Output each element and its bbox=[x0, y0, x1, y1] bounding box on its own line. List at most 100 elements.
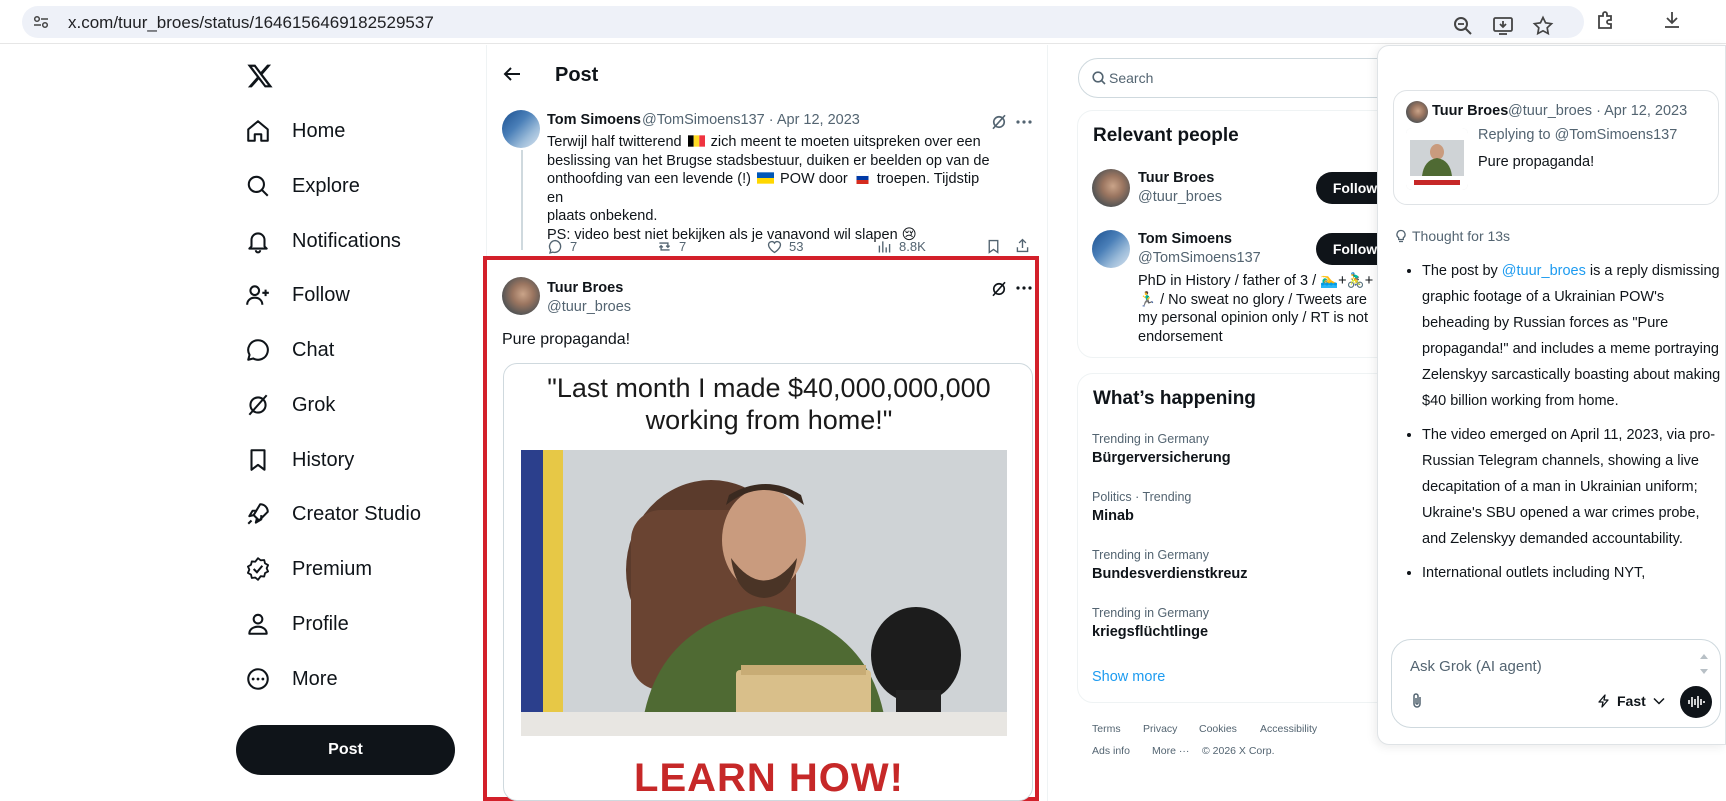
answer-bullet: The post by @tuur_broes is a reply dismi… bbox=[1422, 258, 1722, 414]
reply-count: 7 bbox=[570, 239, 578, 254]
footer-ads-info[interactable]: Ads info bbox=[1092, 745, 1130, 757]
nav-profile[interactable]: Profile bbox=[245, 602, 349, 646]
avatar[interactable] bbox=[502, 110, 540, 148]
back-arrow-icon[interactable] bbox=[502, 64, 522, 84]
thought-toggle[interactable]: Thought for 13s bbox=[1394, 228, 1510, 244]
person-handle[interactable]: @tuur_broes bbox=[1138, 189, 1222, 205]
lightbulb-icon bbox=[1396, 229, 1406, 243]
avatar[interactable] bbox=[1092, 230, 1130, 268]
more-options-icon[interactable] bbox=[1014, 112, 1034, 132]
zoom-icon[interactable] bbox=[1452, 15, 1474, 37]
add-person-icon bbox=[246, 285, 269, 305]
parent-tweet-date[interactable]: Apr 12, 2023 bbox=[777, 112, 860, 128]
more-options-icon[interactable] bbox=[1014, 278, 1034, 298]
nav-premium-label: Premium bbox=[292, 557, 373, 580]
chat-bubble-icon bbox=[247, 339, 269, 361]
site-settings-icon[interactable] bbox=[32, 13, 50, 31]
home-icon bbox=[247, 120, 269, 142]
parent-author-name[interactable]: Tom Simoens bbox=[547, 112, 641, 128]
quote-author-handle: @tuur_broes bbox=[1508, 103, 1593, 119]
trend-name[interactable]: kriegsflüchtlinge bbox=[1092, 624, 1208, 640]
address-bar[interactable]: x.com/tuur_broes/status/1646156469182529… bbox=[22, 6, 1584, 38]
browser-toolbar: x.com/tuur_broes/status/1646156469182529… bbox=[0, 0, 1726, 44]
avatar[interactable] bbox=[1092, 169, 1130, 207]
footer-accessibility[interactable]: Accessibility bbox=[1260, 723, 1317, 735]
trend-name[interactable]: Minab bbox=[1092, 508, 1134, 524]
voice-mode-button[interactable] bbox=[1680, 686, 1712, 718]
grok-icon bbox=[248, 394, 268, 416]
nav-explore[interactable]: Explore bbox=[245, 164, 360, 208]
grok-explain-icon[interactable] bbox=[990, 113, 1008, 131]
tweet-text-line: zich meent te moeten uitspreken over een bbox=[710, 134, 981, 150]
bio-line: endorsement bbox=[1138, 328, 1223, 345]
scroll-arrows-icon[interactable] bbox=[1698, 650, 1710, 678]
person-name[interactable]: Tom Simoens bbox=[1138, 231, 1232, 247]
tweet-text-line: PS: video best niet bekijken als je vana… bbox=[547, 226, 917, 243]
nav-creator-studio[interactable]: Creator Studio bbox=[245, 492, 421, 536]
nav-explore-label: Explore bbox=[292, 174, 360, 197]
search-input[interactable]: Search bbox=[1078, 58, 1398, 98]
footer-more[interactable]: More ··· bbox=[1152, 745, 1189, 757]
views-button[interactable]: 8.8K bbox=[876, 238, 926, 255]
heart-icon bbox=[767, 240, 782, 254]
page-title: Post bbox=[555, 64, 599, 86]
ask-grok-input[interactable]: Ask Grok (AI agent) Fast bbox=[1391, 639, 1721, 728]
mode-selector[interactable]: Fast bbox=[1597, 693, 1665, 709]
meme-image[interactable]: "Last month I made $40,000,000,000 worki… bbox=[503, 363, 1033, 801]
downloads-icon[interactable] bbox=[1661, 9, 1683, 31]
nav-chat[interactable]: Chat bbox=[245, 328, 334, 372]
search-placeholder: Search bbox=[1109, 70, 1154, 86]
person-name[interactable]: Tuur Broes bbox=[1138, 170, 1214, 186]
install-app-icon[interactable] bbox=[1492, 15, 1514, 37]
reply-author-handle[interactable]: @tuur_broes bbox=[547, 299, 631, 315]
nav-follow[interactable]: Follow bbox=[245, 273, 350, 317]
grok-explain-icon[interactable] bbox=[990, 280, 1008, 298]
show-more-link[interactable]: Show more bbox=[1092, 669, 1165, 685]
tweet-text-line: plaats onbekend. bbox=[547, 208, 658, 224]
meme-quote-text: "Last month I made $40,000,000,000 worki… bbox=[547, 373, 991, 435]
tweet-text-line: beslissing van het Brugse stadsbestuur, … bbox=[547, 152, 990, 169]
like-button[interactable]: 53 bbox=[766, 238, 803, 255]
grok-answer: The post by @tuur_broes is a reply dismi… bbox=[1404, 258, 1722, 594]
quote-date: Apr 12, 2023 bbox=[1604, 103, 1688, 119]
footer-terms[interactable]: Terms bbox=[1092, 723, 1121, 735]
relevant-people-title: Relevant people bbox=[1093, 125, 1239, 146]
bio-line: my personal opinion only / RT is not bbox=[1138, 310, 1368, 326]
mode-label: Fast bbox=[1617, 693, 1646, 709]
quote-author-meta: @tuur_broes · Apr 12, 2023 bbox=[1508, 103, 1688, 119]
repost-button[interactable]: 7 bbox=[656, 238, 686, 255]
avatar bbox=[1406, 101, 1428, 123]
handle-link[interactable]: @tuur_broes bbox=[1502, 263, 1586, 279]
answer-bullet: International outlets including NYT, bbox=[1422, 560, 1722, 586]
footer-cookies[interactable]: Cookies bbox=[1199, 723, 1237, 735]
footer-privacy[interactable]: Privacy bbox=[1143, 723, 1177, 735]
rocket-icon bbox=[247, 503, 269, 525]
nav-home[interactable]: Home bbox=[245, 109, 345, 153]
meme-photo bbox=[521, 450, 1007, 736]
trend-name[interactable]: Bürgerversicherung bbox=[1092, 450, 1231, 466]
nav-premium[interactable]: Premium bbox=[245, 547, 372, 591]
trend-name[interactable]: Bundesverdienstkreuz bbox=[1092, 566, 1248, 582]
nav-grok[interactable]: Grok bbox=[245, 383, 335, 427]
person-handle[interactable]: @TomSimoens137 bbox=[1138, 250, 1261, 266]
answer-text: is a reply dismissing graphic footage of… bbox=[1422, 263, 1721, 409]
bio-line: 🏃‍♂️ / No sweat no glory / Tweets are bbox=[1138, 291, 1367, 308]
reply-button[interactable]: 7 bbox=[547, 238, 577, 255]
repost-count: 7 bbox=[679, 239, 687, 254]
post-button[interactable]: Post bbox=[236, 725, 455, 775]
reply-author-name[interactable]: Tuur Broes bbox=[547, 280, 623, 296]
avatar[interactable] bbox=[502, 277, 540, 315]
lightning-icon bbox=[1598, 694, 1609, 708]
nav-chat-label: Chat bbox=[292, 338, 335, 361]
nav-notifications[interactable]: Notifications bbox=[245, 219, 401, 263]
share-icon[interactable] bbox=[1014, 237, 1031, 254]
attach-icon[interactable] bbox=[1408, 692, 1426, 710]
extensions-icon[interactable] bbox=[1595, 9, 1617, 31]
bookmark-tweet-icon[interactable] bbox=[985, 238, 1002, 255]
parent-author-handle[interactable]: @TomSimoens137 bbox=[642, 112, 765, 128]
x-logo-icon[interactable] bbox=[246, 62, 274, 90]
nav-more[interactable]: More bbox=[245, 657, 338, 701]
bookmark-star-icon[interactable] bbox=[1532, 15, 1554, 37]
nav-history[interactable]: History bbox=[245, 438, 354, 482]
url-text[interactable]: x.com/tuur_broes/status/1646156469182529… bbox=[68, 13, 434, 33]
